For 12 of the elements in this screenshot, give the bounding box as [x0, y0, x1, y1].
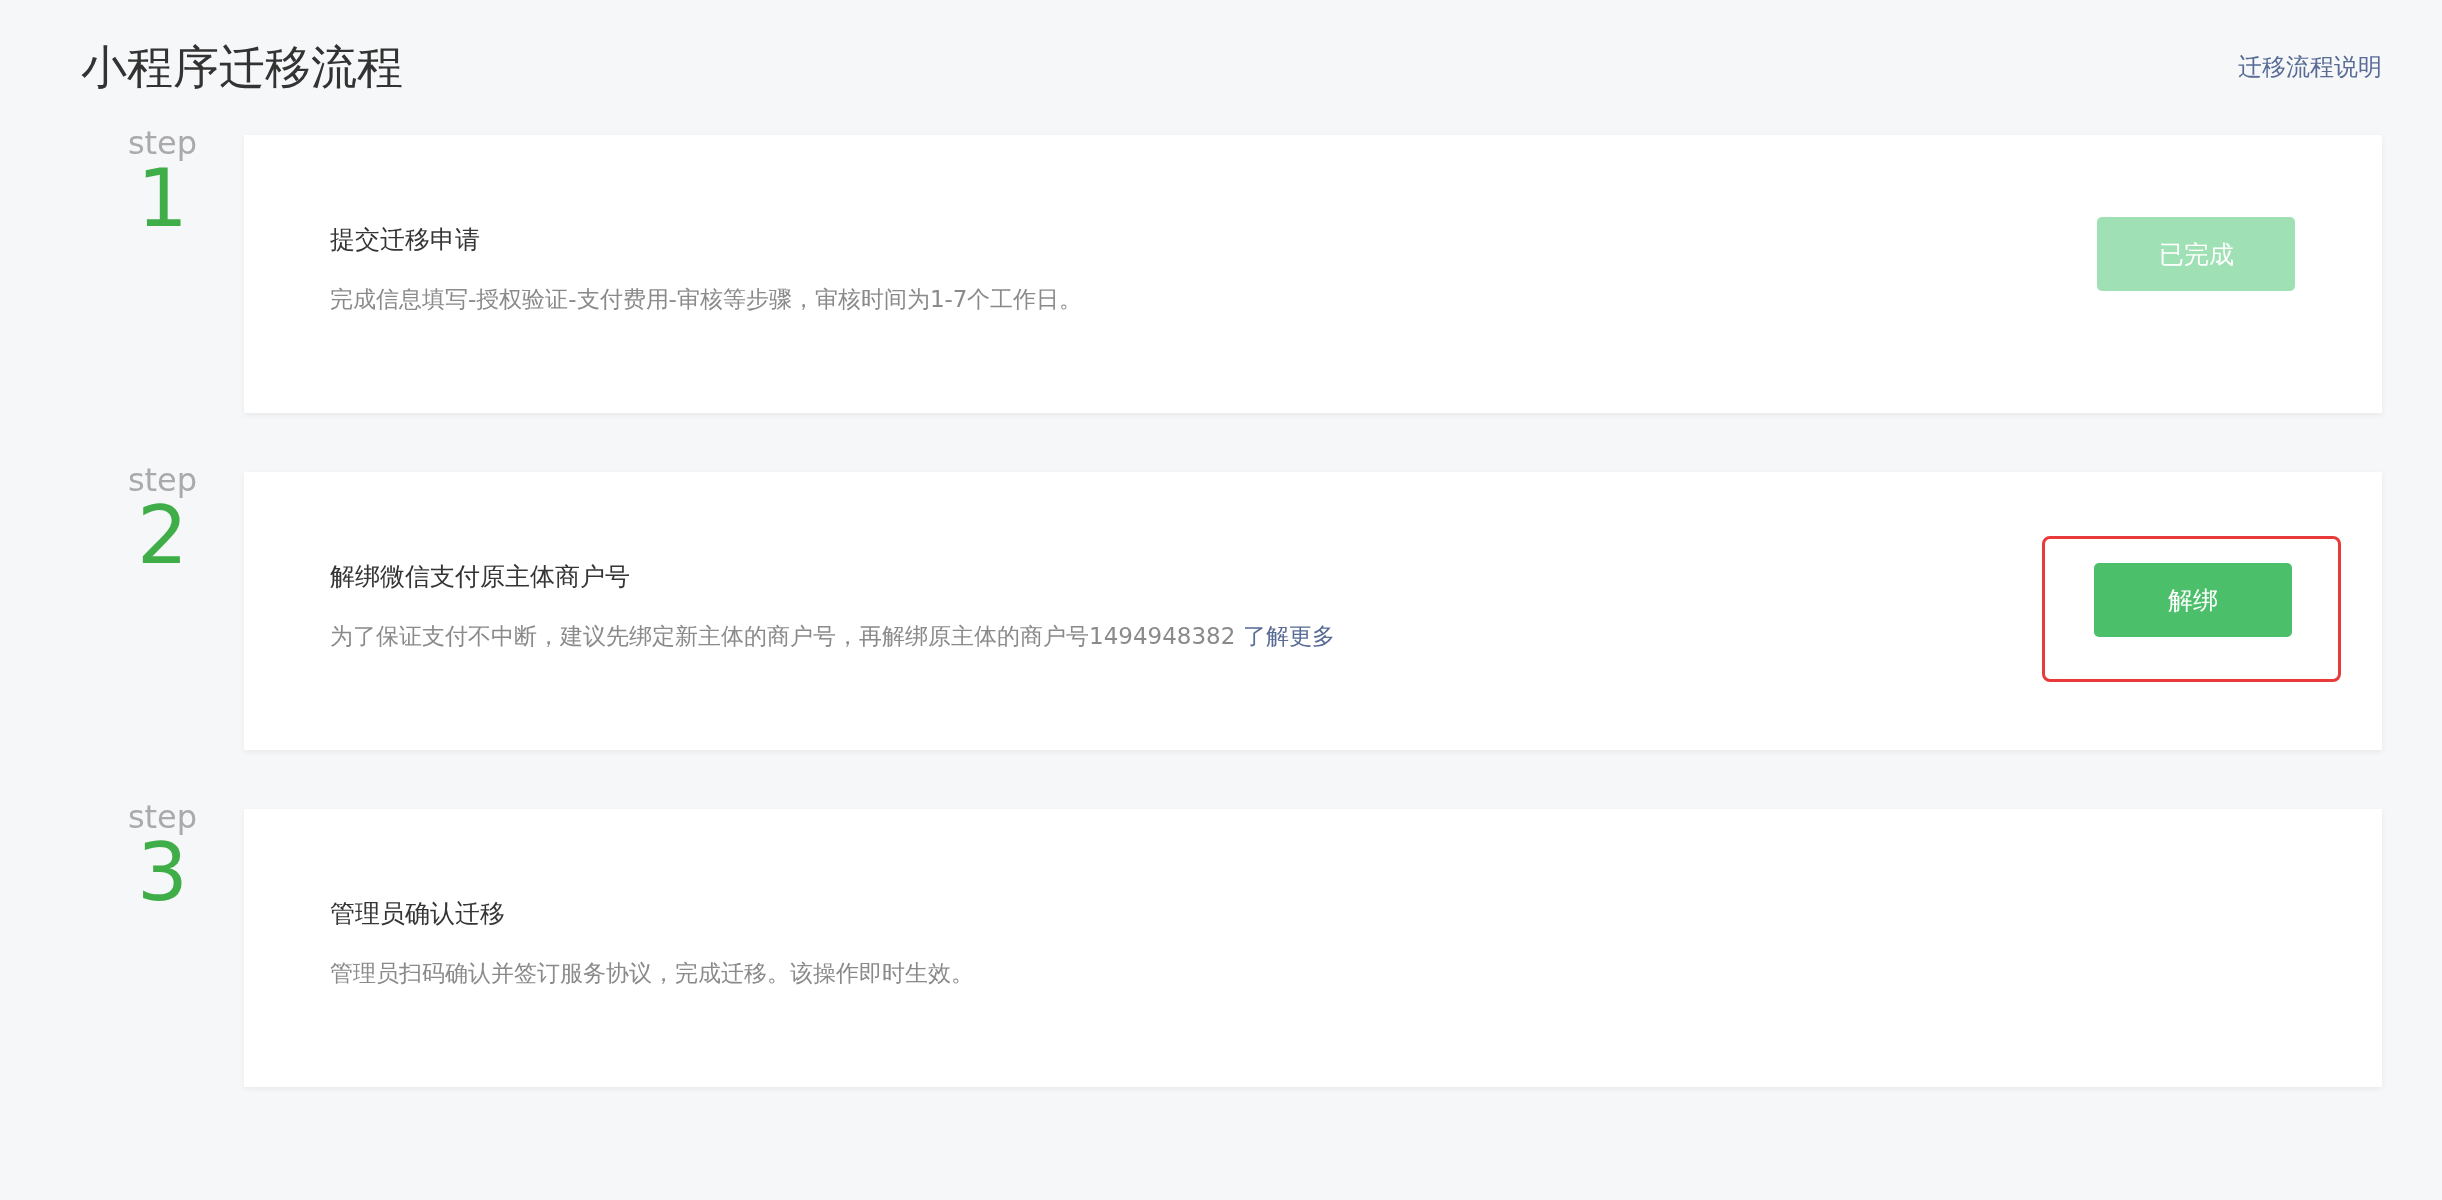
step-description: 管理员扫码确认并签订服务协议，完成迁移。该操作即时生效。: [330, 959, 974, 988]
page-title: 小程序迁移流程: [81, 38, 403, 96]
step-title: 解绑微信支付原主体商户号: [330, 561, 631, 593]
step-title: 管理员确认迁移: [330, 898, 506, 930]
learn-more-link[interactable]: 了解更多: [1243, 621, 1336, 652]
step-label: step: [127, 127, 198, 159]
step-description: 为了保证支付不中断，建议先绑定新主体的商户号，再解绑原主体的商户号1494948382: [330, 622, 1236, 651]
help-link[interactable]: 迁移流程说明: [2238, 50, 2382, 83]
step-label: step: [127, 464, 198, 496]
step-label: step: [127, 801, 198, 833]
step-description: 完成信息填写-授权验证-支付费用-审核等步骤，审核时间为1-7个工作日。: [330, 285, 1083, 314]
step-title: 提交迁移申请: [330, 224, 481, 256]
